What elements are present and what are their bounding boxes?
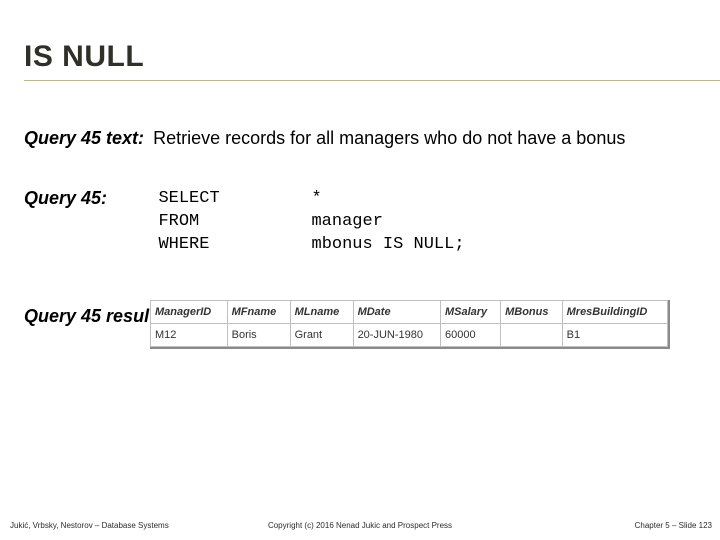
- query-sql-label: Query 45:: [24, 188, 154, 209]
- footer-center: Copyright (c) 2016 Nenad Jukic and Prosp…: [0, 521, 720, 530]
- query-sql-block: Query 45: SELECT * FROM manager WHERE mb…: [24, 188, 700, 257]
- query-text-label: Query 45 text:: [24, 128, 144, 148]
- sql-from-kw: FROM: [158, 212, 199, 231]
- title-rule: [24, 80, 720, 81]
- sql-select-kw: SELECT: [158, 189, 219, 208]
- table-header-row: ManagerID MFname MLname MDate MSalary MB…: [151, 301, 668, 324]
- col-managerid: ManagerID: [151, 301, 228, 324]
- result-table-wrap: ManagerID MFname MLname MDate MSalary MB…: [150, 300, 670, 349]
- query-text-desc: Retrieve records for all managers who do…: [153, 128, 625, 148]
- slide-title: IS NULL: [24, 40, 720, 74]
- col-mresbuildingid: MresBuildingID: [562, 301, 667, 324]
- cell-mresbuildingid: B1: [562, 324, 667, 347]
- sql-select-arg: *: [312, 189, 322, 208]
- table-row: M12 Boris Grant 20-JUN-1980 60000 B1: [151, 324, 668, 347]
- sql-where-kw: WHERE: [158, 235, 209, 254]
- cell-mdate: 20-JUN-1980: [353, 324, 440, 347]
- sql-where-arg: mbonus IS NULL;: [312, 235, 465, 254]
- col-mlname: MLname: [290, 301, 353, 324]
- sql-from-arg: manager: [311, 212, 382, 231]
- query-sql-code: SELECT * FROM manager WHERE mbonus IS NU…: [158, 188, 464, 257]
- cell-mfname: Boris: [227, 324, 290, 347]
- footer-right: Chapter 5 – Slide 123: [635, 521, 712, 530]
- col-mfname: MFname: [227, 301, 290, 324]
- slide: IS NULL Query 45 text: Retrieve records …: [0, 0, 720, 540]
- col-mbonus: MBonus: [501, 301, 563, 324]
- cell-mlname: Grant: [290, 324, 353, 347]
- result-table: ManagerID MFname MLname MDate MSalary MB…: [150, 300, 668, 347]
- cell-managerid: M12: [151, 324, 228, 347]
- col-msalary: MSalary: [440, 301, 500, 324]
- query-text-row: Query 45 text: Retrieve records for all …: [24, 128, 700, 149]
- col-mdate: MDate: [353, 301, 440, 324]
- cell-msalary: 60000: [440, 324, 500, 347]
- cell-mbonus: [501, 324, 563, 347]
- result-label: Query 45 result:: [24, 306, 161, 327]
